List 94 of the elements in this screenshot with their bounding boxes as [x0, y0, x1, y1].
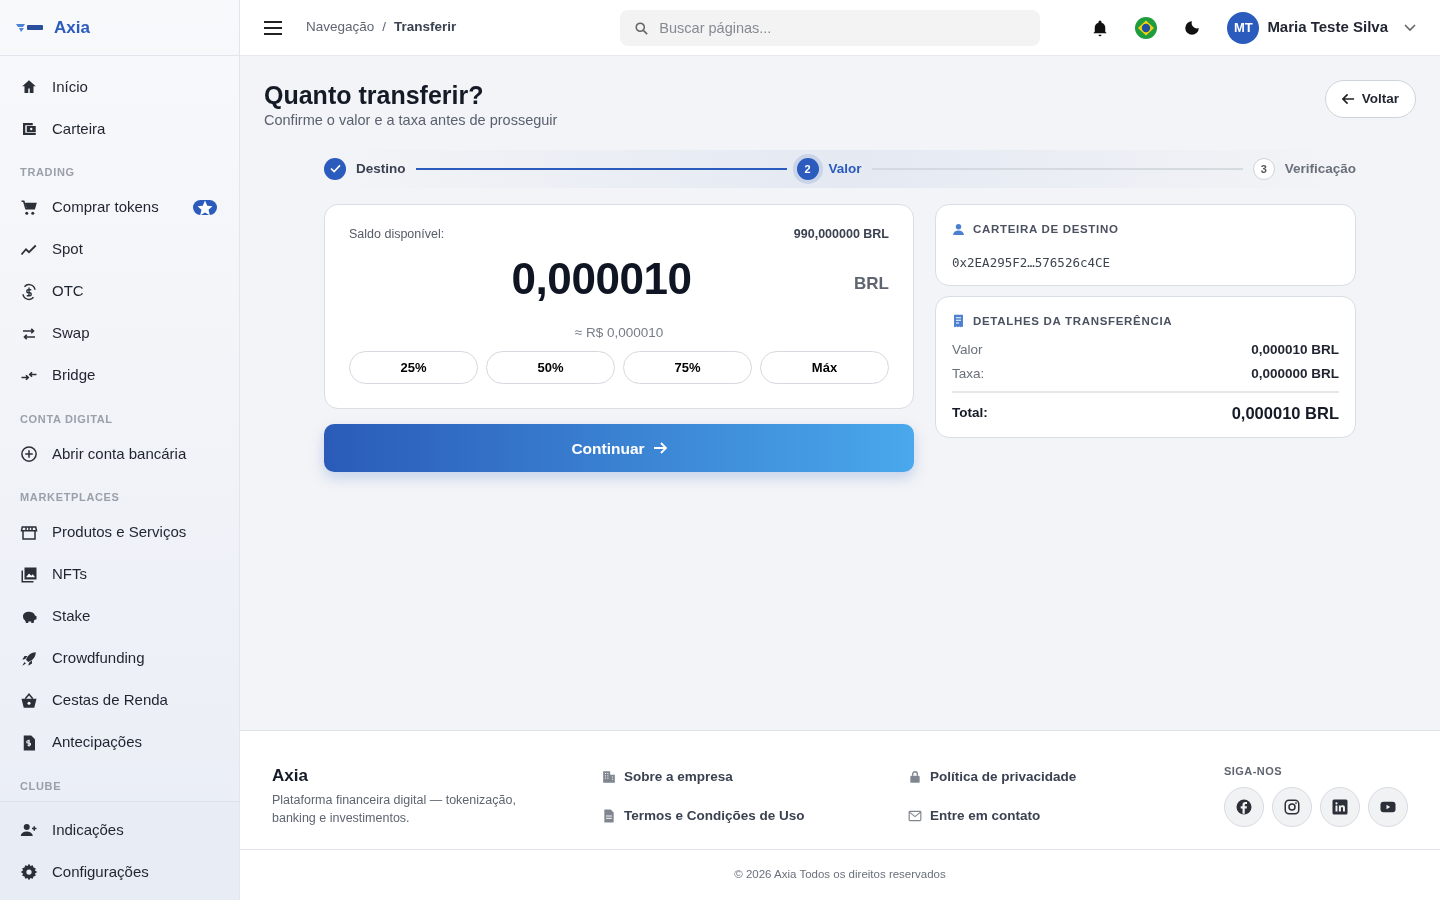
- step-indicator: 3: [1252, 157, 1275, 180]
- detail-value: 0,000010 BRL: [1251, 341, 1339, 359]
- home-icon: [20, 78, 38, 96]
- social-button[interactable]: [1272, 786, 1312, 827]
- nav-item[interactable]: NFTs: [20, 553, 217, 596]
- instagram-icon: [1283, 797, 1301, 816]
- step-label: Verificação: [1284, 159, 1356, 178]
- document-icon: [602, 808, 616, 823]
- percentage-button[interactable]: 25%: [349, 350, 478, 385]
- footer-link[interactable]: Sobre a empresa: [602, 767, 908, 788]
- gear-icon: [20, 863, 38, 881]
- percentage-button[interactable]: 75%: [623, 350, 752, 385]
- footer-link[interactable]: Entre em contato: [908, 805, 1198, 826]
- page-subtitle: Confirme o valor e a taxa antes de prosseguir: [264, 111, 558, 130]
- add-user-icon: [20, 821, 38, 839]
- building-icon: [602, 770, 616, 785]
- percentage-button[interactable]: 50%: [486, 350, 615, 385]
- nav-item[interactable]: Carteira: [20, 108, 217, 150]
- total-value: 0,000010 BRL: [1231, 402, 1339, 424]
- breadcrumb-item: Transferir: [394, 18, 457, 37]
- detail-label: Taxa:: [952, 365, 985, 384]
- basket-icon: [20, 691, 38, 710]
- nav-item[interactable]: Início: [20, 66, 217, 108]
- balance-value: 990,000000 BRL: [793, 225, 889, 243]
- social-button[interactable]: [1320, 786, 1360, 827]
- step-label: Valor: [828, 159, 862, 178]
- nav-item[interactable]: Configurações: [20, 851, 219, 893]
- page-title: Quanto transferir?: [264, 80, 485, 110]
- nav-item[interactable]: OTC: [20, 270, 217, 313]
- card-title: DETALHES DA TRANSFERÊNCIA: [973, 313, 1173, 329]
- nav-item[interactable]: Spot: [20, 228, 217, 271]
- store-icon: [20, 523, 38, 542]
- nav-item[interactable]: Bridge: [20, 354, 217, 397]
- nav-item[interactable]: Abrir conta bancária: [20, 433, 217, 475]
- nav-item[interactable]: Antecipações: [20, 721, 217, 764]
- section-label: CLUBE: [20, 778, 63, 794]
- lock-icon: [908, 770, 922, 785]
- total-label: Total:: [952, 403, 988, 422]
- menu-icon[interactable]: [264, 20, 282, 35]
- footer-brand: Axia: [272, 765, 309, 788]
- plus-circle-icon: [20, 445, 38, 463]
- footer-tagline: Plataforma financeira digital — tokenização, banking e investimentos.: [272, 791, 517, 827]
- step-label: Destino: [356, 159, 406, 178]
- card-title: CARTEIRA DE DESTINO: [973, 221, 1119, 237]
- footer-link[interactable]: Política de privacidade: [908, 767, 1198, 788]
- mail-icon: [908, 808, 922, 823]
- exchange-icon: [20, 282, 38, 301]
- logo-icon: [16, 22, 44, 33]
- balance-label: Saldo disponível:: [349, 225, 445, 243]
- nav-item[interactable]: Cestas de Renda: [20, 679, 217, 722]
- linkedin-icon: [1331, 797, 1349, 816]
- nav-item[interactable]: Swap: [20, 312, 217, 355]
- footer-link[interactable]: Termos e Condições de Uso: [602, 805, 908, 826]
- rocket-icon: [20, 649, 38, 668]
- nav-item[interactable]: Produtos e Serviços: [20, 511, 217, 554]
- follow-label: SIGA-NOS: [1224, 764, 1283, 780]
- arrow-left-icon: [1341, 93, 1355, 106]
- check-icon: [329, 164, 341, 174]
- currency-label: BRL: [854, 272, 889, 295]
- facebook-icon: [1235, 797, 1253, 816]
- brand-name: Axia: [54, 16, 90, 39]
- percentage-button[interactable]: Máx: [760, 350, 889, 385]
- user-name[interactable]: Maria Teste Silva: [1267, 16, 1388, 39]
- social-button[interactable]: [1224, 786, 1264, 827]
- search-field[interactable]: Buscar páginas...: [620, 9, 1041, 46]
- nav-item[interactable]: Indicações: [20, 809, 219, 851]
- receipt-icon: [952, 314, 965, 329]
- wallet-address: 0x2EA295F2…576526c4CE: [952, 254, 1112, 272]
- copyright-text: © 2026 Axia Todos os direitos reservados: [734, 868, 946, 880]
- cart-icon: [20, 198, 38, 217]
- amount-value[interactable]: 0,000010: [511, 245, 692, 312]
- breadcrumb-separator: /: [382, 18, 387, 37]
- step-indicator: 2: [796, 157, 819, 180]
- nav-item[interactable]: Stake: [20, 595, 217, 638]
- chevron-down-icon[interactable]: [1404, 23, 1416, 32]
- detail-label: Valor: [952, 341, 983, 359]
- breadcrumb-item[interactable]: Navegação: [306, 17, 375, 38]
- detail-value: 0,000000 BRL: [1251, 365, 1339, 384]
- continue-button[interactable]: Continuar: [324, 424, 914, 473]
- converted-amount: ≈ R$ 0,000010: [574, 324, 664, 340]
- user-icon: [952, 222, 965, 236]
- moon-icon[interactable]: [1183, 18, 1202, 37]
- nav-item[interactable]: Comprar tokens: [20, 186, 217, 229]
- user-avatar[interactable]: MT: [1227, 11, 1260, 44]
- social-button[interactable]: [1368, 786, 1408, 827]
- section-label: MARKETPLACES: [20, 490, 121, 505]
- arrow-right-icon: [652, 442, 667, 455]
- nav-item[interactable]: Crowdfunding: [20, 637, 217, 680]
- section-label: TRADING: [20, 165, 76, 180]
- flag-icon[interactable]: [1135, 16, 1158, 39]
- back-button[interactable]: Voltar: [1324, 80, 1416, 119]
- section-label: CONTA DIGITAL: [20, 411, 114, 427]
- wallet-icon: [20, 120, 38, 138]
- image-stack-icon: [20, 565, 38, 584]
